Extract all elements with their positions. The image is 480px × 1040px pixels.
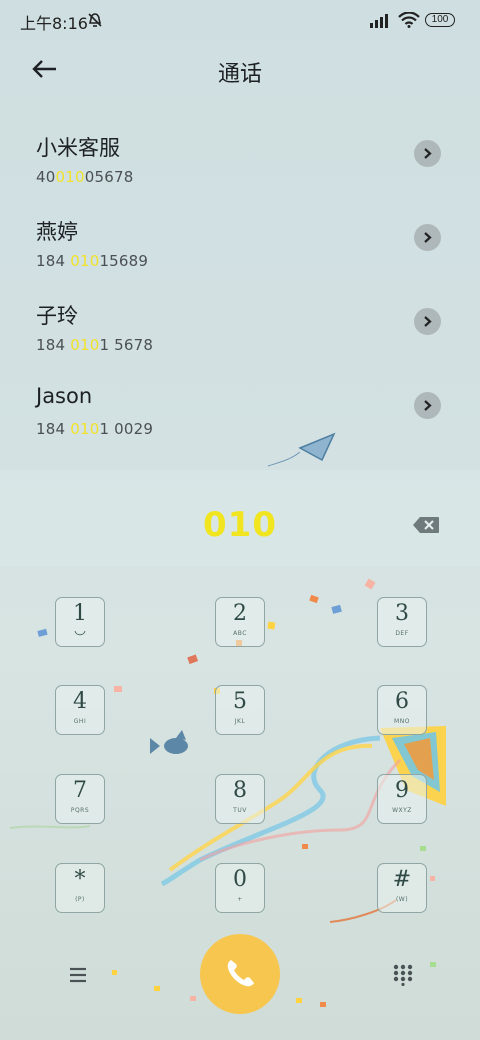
contact-name: 燕婷 <box>36 220 78 244</box>
key-digit: 4 <box>73 689 87 714</box>
wifi-icon <box>398 11 420 32</box>
contact-number: 184 0101 5678 <box>36 336 153 354</box>
number-suffix: 1 0029 <box>99 420 154 438</box>
key-7[interactable]: 7 PQRS <box>55 774 105 824</box>
number-match: 010 <box>70 252 100 270</box>
number-match: 010 <box>70 420 100 438</box>
phone-icon <box>227 960 254 987</box>
key-digit: 5 <box>233 689 247 714</box>
number-prefix: 184 <box>36 420 71 438</box>
key-4[interactable]: 4 GHI <box>55 685 105 735</box>
backspace-icon <box>413 517 439 533</box>
key-hash[interactable]: # (W) <box>377 863 427 913</box>
key-letters: (P) <box>75 896 85 903</box>
contact-detail-button[interactable] <box>414 308 441 335</box>
key-digit: * <box>74 867 86 892</box>
number-suffix: 15689 <box>99 252 149 270</box>
signal-icon <box>370 12 392 32</box>
chevron-right-icon <box>424 148 432 159</box>
contact-name: 子玲 <box>36 304 78 328</box>
page-title: 通话 <box>217 62 262 87</box>
key-letters: (W) <box>395 896 409 903</box>
key-0[interactable]: 0 + <box>215 863 265 913</box>
backspace-button[interactable] <box>412 516 440 534</box>
contact-row[interactable]: Jason 184 0101 0029 <box>0 378 480 462</box>
key-digit: 3 <box>395 601 409 626</box>
key-3[interactable]: 3 DEF <box>377 597 427 647</box>
key-digit: 9 <box>395 778 409 803</box>
key-letters: MNO <box>394 718 410 725</box>
key-2[interactable]: 2 ABC <box>215 597 265 647</box>
number-match: 010 <box>55 168 85 186</box>
mute-icon <box>86 11 104 29</box>
key-8[interactable]: 8 TUV <box>215 774 265 824</box>
key-digit: 6 <box>395 689 409 714</box>
key-letters: WXYZ <box>392 807 412 814</box>
key-letters: DEF <box>395 630 409 637</box>
dialpad-toggle-button[interactable] <box>392 964 414 987</box>
key-letters: JKL <box>234 718 246 725</box>
contact-number: 184 0101 0029 <box>36 420 153 438</box>
key-9[interactable]: 9 WXYZ <box>377 774 427 824</box>
dialpad-icon <box>393 964 413 987</box>
key-digit: 8 <box>233 778 247 803</box>
key-letters: TUV <box>233 807 247 814</box>
number-suffix: 1 5678 <box>99 336 154 354</box>
key-1[interactable]: 1 <box>55 597 105 647</box>
key-star[interactable]: * (P) <box>55 863 105 913</box>
number-prefix: 184 <box>36 252 71 270</box>
key-letters: GHI <box>73 718 87 725</box>
contact-number: 184 01015689 <box>36 252 148 270</box>
menu-button[interactable] <box>66 964 90 986</box>
status-time: 上午8:16 <box>20 14 88 33</box>
key-5[interactable]: 5 JKL <box>215 685 265 735</box>
key-6[interactable]: 6 MNO <box>377 685 427 735</box>
chevron-right-icon <box>424 400 432 411</box>
contact-detail-button[interactable] <box>414 392 441 419</box>
contact-detail-button[interactable] <box>414 224 441 251</box>
number-prefix: 40 <box>36 168 56 186</box>
number-suffix: 05678 <box>84 168 134 186</box>
chevron-right-icon <box>424 232 432 243</box>
key-letters: ABC <box>233 630 247 637</box>
contact-number: 4001005678 <box>36 168 133 186</box>
contact-row[interactable]: 燕婷 184 01015689 <box>0 210 480 294</box>
key-digit: 1 <box>73 601 87 626</box>
key-digit: 2 <box>233 601 247 626</box>
status-bar: 上午8:16 100 <box>0 0 480 40</box>
contact-detail-button[interactable] <box>414 140 441 167</box>
battery-icon: 100 <box>425 13 455 27</box>
contact-row[interactable]: 子玲 184 0101 5678 <box>0 294 480 378</box>
dialed-number: 010 <box>203 505 277 545</box>
key-letters: + <box>237 896 243 903</box>
key-letters: PQRS <box>70 807 90 814</box>
menu-icon <box>70 967 86 983</box>
number-prefix: 184 <box>36 336 71 354</box>
key-digit: 7 <box>73 778 87 803</box>
chevron-right-icon <box>424 316 432 327</box>
call-button[interactable] <box>200 934 280 1014</box>
contact-row[interactable]: 小米客服 4001005678 <box>0 126 480 210</box>
key-digit: 0 <box>233 867 247 892</box>
contact-name: Jason <box>36 384 93 408</box>
contact-name: 小米客服 <box>36 136 120 160</box>
voicemail-icon <box>56 630 104 638</box>
key-digit: # <box>392 867 412 892</box>
number-match: 010 <box>70 336 100 354</box>
